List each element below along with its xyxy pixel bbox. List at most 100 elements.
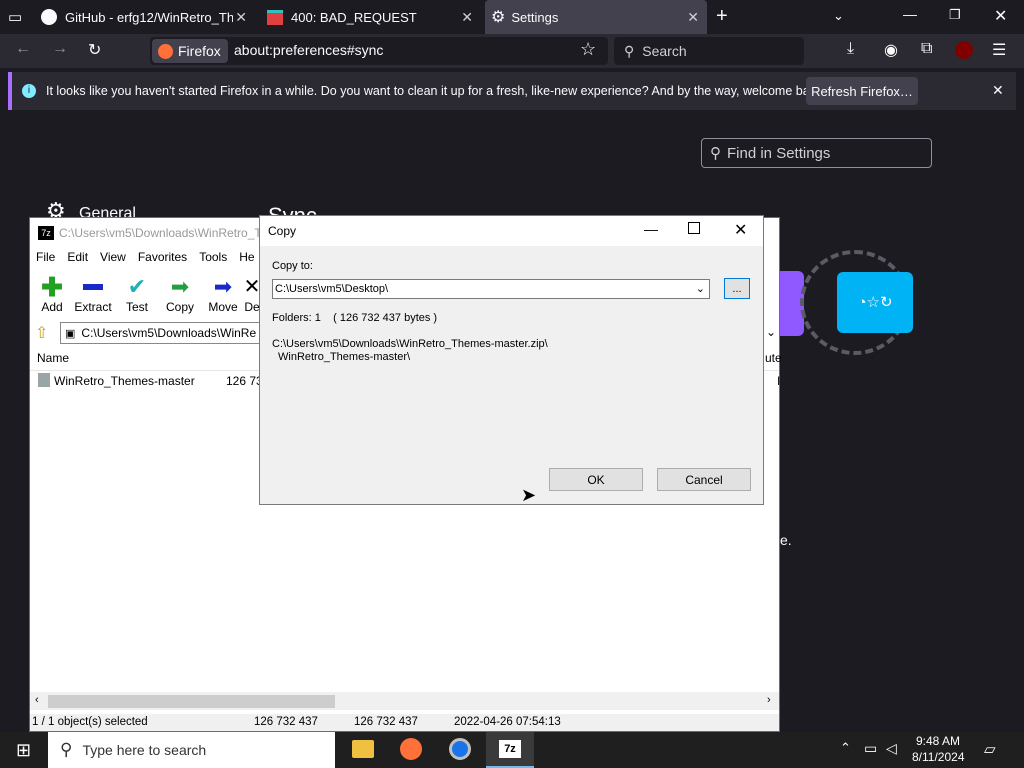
bookmark-star-icon[interactable]: ☆ xyxy=(580,39,596,60)
clock-time[interactable]: 9:48 AM xyxy=(916,734,960,748)
scroll-left-icon[interactable]: ‹ xyxy=(35,694,39,706)
7zip-address-field[interactable]: ▣ C:\Users\vm5\Downloads\WinRe xyxy=(60,322,290,344)
scroll-right-icon[interactable]: › xyxy=(767,694,771,706)
gear-icon: ⚙ xyxy=(491,9,506,26)
scrollbar-thumb[interactable] xyxy=(48,695,335,708)
up-folder-icon[interactable]: ⇧ xyxy=(35,323,48,343)
new-tab-icon[interactable]: + xyxy=(716,5,728,28)
chevron-down-icon[interactable]: ⌄ xyxy=(696,282,705,295)
delete-icon: ✕ xyxy=(243,276,261,298)
restore-icon[interactable]: ❐ xyxy=(949,7,961,23)
status-selected: 1 / 1 object(s) selected xyxy=(32,716,148,728)
file-explorer-icon[interactable] xyxy=(352,740,374,758)
extract-button[interactable]: Extract xyxy=(71,274,115,316)
copy-button[interactable]: ➡ Copy xyxy=(158,274,202,316)
ublock-icon[interactable] xyxy=(955,41,973,59)
tab-github[interactable]: GitHub - erfg12/WinRetro_Them ✕ xyxy=(33,0,255,34)
close-window-icon[interactable]: ✕ xyxy=(994,6,1007,26)
minimize-icon[interactable]: — xyxy=(903,6,917,22)
column-attributes[interactable]: ute xyxy=(765,351,782,365)
chrome-taskbar-icon[interactable] xyxy=(449,738,471,760)
close-icon[interactable]: ✕ xyxy=(734,220,747,240)
plus-icon: ✚ xyxy=(41,272,63,302)
clock-date[interactable]: 8/11/2024 xyxy=(912,750,965,764)
back-icon[interactable]: ← xyxy=(15,40,31,58)
source-path-line2: WinRetro_Themes-master\ xyxy=(278,351,411,363)
find-placeholder: Find in Settings xyxy=(727,144,831,162)
test-button[interactable]: ✔ Test xyxy=(115,274,159,316)
network-icon[interactable]: ▭ xyxy=(864,740,877,757)
minus-icon xyxy=(83,284,103,290)
menu-help[interactable]: He xyxy=(233,248,260,270)
close-icon[interactable]: ✕ xyxy=(687,9,699,26)
account-icon[interactable]: ◉ xyxy=(884,40,898,60)
copy-to-value: C:\Users\vm5\Desktop\ xyxy=(275,283,389,295)
search-icon: ⚲ xyxy=(710,145,721,162)
status-date: 2022-04-26 07:54:13 xyxy=(454,716,561,728)
delete-label: De xyxy=(244,300,260,314)
test-label: Test xyxy=(125,300,148,314)
close-icon[interactable]: ✕ xyxy=(992,82,1004,99)
forward-icon[interactable]: → xyxy=(52,40,68,58)
copy-arrow-icon: ➡ xyxy=(170,274,190,299)
firefox-icon xyxy=(158,43,173,59)
7zip-status-bar: 1 / 1 object(s) selected 126 732 437 126… xyxy=(30,714,779,731)
menu-edit[interactable]: Edit xyxy=(61,248,94,270)
menu-favorites[interactable]: Favorites xyxy=(132,248,193,270)
move-button[interactable]: ➡ Move xyxy=(201,274,245,316)
minimize-icon[interactable]: — xyxy=(644,221,658,237)
copy-label: Copy xyxy=(165,300,194,314)
row-name: WinRetro_Themes-master xyxy=(54,374,195,388)
url-text[interactable]: about:preferences#sync xyxy=(234,42,383,58)
cancel-button[interactable]: Cancel xyxy=(657,468,751,491)
mouse-cursor-icon: ➤ xyxy=(521,485,537,505)
tab-bad-request[interactable]: 400: BAD_REQUEST ✕ xyxy=(259,0,481,34)
extract-label: Extract xyxy=(74,300,112,314)
reload-icon[interactable]: ↻ xyxy=(88,40,101,60)
column-name[interactable]: Name xyxy=(37,351,69,365)
move-label: Move xyxy=(208,300,238,314)
close-icon[interactable]: ✕ xyxy=(235,9,247,26)
menu-view[interactable]: View xyxy=(94,248,132,270)
search-icon: ⚲ xyxy=(60,740,73,759)
identity-badge[interactable]: Firefox xyxy=(152,39,228,63)
7zip-title: C:\Users\vm5\Downloads\WinRetro_T xyxy=(59,226,262,240)
refresh-firefox-button[interactable]: Refresh Firefox… xyxy=(806,77,918,105)
source-path-line1: C:\Users\vm5\Downloads\WinRetro_Themes-m… xyxy=(272,338,548,350)
7zip-icon: 7z xyxy=(38,226,54,240)
status-size: 126 732 437 xyxy=(254,716,318,728)
maximize-icon[interactable] xyxy=(688,222,700,234)
ok-button[interactable]: OK xyxy=(549,468,643,491)
address-dropdown-icon[interactable]: ⌄ xyxy=(766,325,776,339)
identity-label: Firefox xyxy=(178,43,221,59)
volume-icon[interactable]: ◁ xyxy=(886,740,897,757)
downloads-icon[interactable]: ⤓ xyxy=(847,40,854,58)
copy-to-field[interactable]: C:\Users\vm5\Desktop\ ⌄ xyxy=(272,279,710,299)
taskbar-search-placeholder: Type here to search xyxy=(82,742,207,758)
firefox-taskbar-icon[interactable] xyxy=(400,738,422,760)
add-label: Add xyxy=(41,300,63,314)
windows-start-icon[interactable]: ⊞ xyxy=(16,740,31,761)
row-size: 126 73 xyxy=(226,374,263,388)
add-button[interactable]: ✚ Add xyxy=(30,274,74,316)
find-in-settings-input[interactable]: ⚲ Find in Settings xyxy=(701,138,932,168)
notifications-icon[interactable]: ▱ xyxy=(984,740,996,758)
close-icon[interactable]: ✕ xyxy=(461,9,473,26)
tab-list-icon[interactable]: ▭ xyxy=(8,8,22,26)
row-attributes: I xyxy=(777,374,781,388)
menu-tools[interactable]: Tools xyxy=(193,248,233,270)
search-input[interactable]: ⚲ Search xyxy=(614,37,804,65)
tab-title: GitHub - erfg12/WinRetro_Them xyxy=(65,9,233,25)
folder-icon xyxy=(38,373,50,387)
chevron-down-icon[interactable]: ⌄ xyxy=(833,8,844,24)
chevron-up-icon[interactable]: ⌃ xyxy=(840,740,851,756)
extensions-icon[interactable]: ⧉ xyxy=(921,40,932,58)
info-icon: i xyxy=(22,84,36,98)
tab-settings[interactable]: ⚙ Settings ✕ xyxy=(485,0,707,34)
status-packed: 126 732 437 xyxy=(354,716,418,728)
taskbar-search-input[interactable]: ⚲ Type here to search xyxy=(48,732,335,768)
menu-icon[interactable]: ☰ xyxy=(992,40,1006,60)
browse-button[interactable]: ... xyxy=(724,278,750,299)
notification-text: It looks like you haven't started Firefo… xyxy=(46,84,826,98)
menu-file[interactable]: File xyxy=(30,248,61,270)
